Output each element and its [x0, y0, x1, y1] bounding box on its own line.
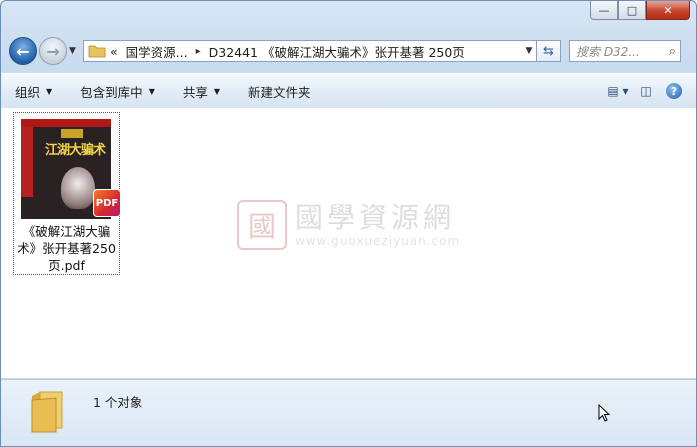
- minimize-button[interactable]: —: [590, 1, 618, 20]
- watermark-logo: 國: [237, 200, 287, 250]
- file-list-pane[interactable]: 江湖大骗术 PDF 《破解江湖大骗术》张开基著250页.pdf 國 國學資源網 …: [1, 108, 696, 378]
- breadcrumb-item-root[interactable]: 国学资源...: [126, 42, 188, 61]
- thumbnail-title: 江湖大骗术: [44, 143, 106, 158]
- preview-pane-button[interactable]: ◫: [632, 79, 660, 103]
- search-input[interactable]: 搜索 D32... ⌕: [569, 40, 681, 62]
- address-bar[interactable]: « 国学资源... ▸ D32441 《破解江湖大骗术》张开基著 250页 ▼: [83, 40, 537, 62]
- file-name: 《破解江湖大骗术》张开基著250页.pdf: [17, 224, 116, 273]
- share-menu[interactable]: 共享 ▼: [169, 78, 234, 104]
- pdf-icon: PDF: [93, 189, 121, 217]
- chevron-down-icon: ▼: [148, 86, 155, 96]
- help-button[interactable]: ?: [660, 79, 688, 103]
- breadcrumb-separator[interactable]: ▸: [196, 46, 201, 57]
- search-placeholder: 搜索 D32...: [576, 44, 640, 59]
- item-count: 1 个对象: [93, 395, 143, 410]
- file-item[interactable]: 江湖大骗术 PDF 《破解江湖大骗术》张开基著250页.pdf: [13, 112, 121, 275]
- change-view-button[interactable]: ▤ ▾: [604, 79, 632, 103]
- maximize-button[interactable]: □: [618, 1, 646, 20]
- breadcrumb-item-current[interactable]: D32441 《破解江湖大骗术》张开基著 250页: [209, 42, 465, 61]
- caption-buttons: — □ ✕: [590, 1, 690, 20]
- new-folder-label: 新建文件夹: [248, 84, 311, 100]
- back-button[interactable]: ←: [9, 37, 37, 65]
- help-icon: ?: [666, 83, 682, 99]
- refresh-button[interactable]: ⇆: [537, 40, 561, 62]
- forward-button[interactable]: →: [39, 37, 67, 65]
- organize-label: 组织: [15, 84, 41, 100]
- watermark-url: www.guoxueziyuan.com: [295, 234, 461, 248]
- include-library-label: 包含到库中: [80, 84, 143, 100]
- folder-icon: [88, 45, 106, 58]
- chevron-down-icon: ▼: [213, 86, 221, 96]
- folder-icon: [31, 391, 63, 433]
- details-pane: 1 个对象: [1, 379, 696, 446]
- recent-pages-dropdown[interactable]: ▼: [69, 46, 79, 56]
- mouse-pointer-icon: [598, 404, 610, 422]
- organize-menu[interactable]: 组织 ▼: [1, 78, 66, 104]
- navigation-bar: ← → ▼ « 国学资源... ▸ D32441 《破解江湖大骗术》张开基著 2…: [9, 35, 688, 67]
- explorer-window: — □ ✕ ← → ▼ « 国学资源... ▸ D32441 《破解江湖大骗术》…: [0, 0, 697, 447]
- watermark: 國 國學資源網 www.guoxueziyuan.com: [237, 200, 460, 250]
- include-in-library-menu[interactable]: 包含到库中 ▼: [66, 78, 169, 104]
- breadcrumb-overflow[interactable]: «: [110, 44, 118, 59]
- command-bar: 组织 ▼ 包含到库中 ▼ 共享 ▼ 新建文件夹 ▤ ▾ ◫ ?: [1, 73, 696, 109]
- new-folder-button[interactable]: 新建文件夹: [234, 78, 325, 104]
- share-label: 共享: [182, 84, 208, 100]
- search-icon[interactable]: ⌕: [669, 44, 676, 59]
- watermark-name: 國學資源網: [295, 201, 456, 234]
- address-dropdown[interactable]: ▼: [522, 46, 536, 56]
- chevron-down-icon: ▼: [46, 86, 53, 96]
- close-button[interactable]: ✕: [646, 1, 690, 20]
